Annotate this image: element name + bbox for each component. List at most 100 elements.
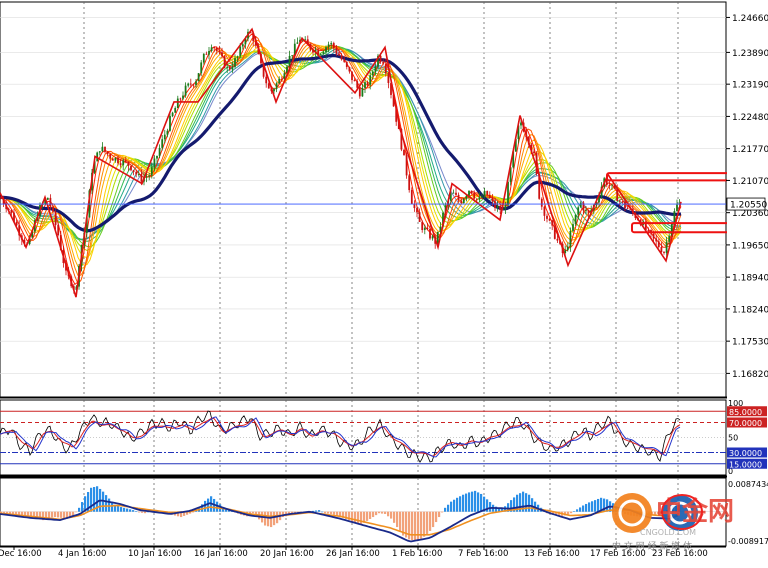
macd-bar bbox=[81, 502, 84, 512]
price-tick-label: 1.19650 bbox=[732, 241, 768, 251]
macd-bar bbox=[456, 497, 459, 512]
macd-bar bbox=[132, 510, 135, 512]
candle-body bbox=[426, 227, 429, 230]
candle-body bbox=[200, 62, 203, 74]
macd-bar bbox=[321, 511, 324, 513]
candle-body bbox=[140, 174, 143, 182]
candle-body bbox=[496, 205, 499, 208]
macd-bar bbox=[471, 491, 474, 512]
candle-body bbox=[429, 229, 431, 239]
macd-bar bbox=[144, 511, 147, 514]
candle-body bbox=[278, 78, 281, 84]
macd-tick-bottom: -0.0089178 bbox=[728, 537, 768, 546]
candle-body bbox=[473, 193, 476, 199]
macd-bar bbox=[570, 511, 573, 514]
candle-body bbox=[46, 197, 49, 200]
macd-bar bbox=[354, 511, 357, 524]
macd-bar bbox=[429, 511, 432, 531]
candle-body bbox=[665, 241, 668, 253]
macd-bar bbox=[90, 487, 93, 512]
candle-body bbox=[504, 205, 507, 209]
candle-body bbox=[101, 146, 104, 152]
candle-body bbox=[457, 194, 460, 201]
candle-body bbox=[543, 206, 546, 216]
candle-body bbox=[423, 227, 426, 230]
macd-bar bbox=[105, 495, 108, 512]
candle-body bbox=[574, 214, 577, 225]
macd-tick-top: 0.0087434 bbox=[728, 480, 768, 489]
candle-body bbox=[187, 83, 190, 86]
macd-bar bbox=[315, 510, 318, 512]
candle-body bbox=[122, 160, 125, 166]
macd-bar bbox=[579, 507, 582, 512]
x-tick-label: 7 Feb 16:00 bbox=[458, 549, 508, 559]
x-tick-label: 26 Jan 16:00 bbox=[326, 549, 380, 559]
macd-bar bbox=[135, 511, 138, 512]
price-tick-label: 1.21070 bbox=[732, 177, 768, 187]
price-tick-label: 1.24660 bbox=[732, 14, 768, 24]
candle-body bbox=[621, 201, 624, 203]
candle-body bbox=[371, 71, 374, 76]
macd-bar bbox=[375, 511, 378, 516]
candle-body bbox=[387, 73, 390, 84]
candle-body bbox=[546, 215, 548, 219]
x-tick-label: 16 Jan 16:00 bbox=[194, 549, 248, 559]
candle-body bbox=[431, 236, 434, 239]
candle-body bbox=[150, 167, 153, 176]
rsi-tick-50: 50 bbox=[728, 434, 738, 443]
candle-body bbox=[280, 78, 283, 80]
candle-body bbox=[226, 66, 229, 68]
logo-subtitle: 中 文 网 经 新 媒 体 bbox=[612, 540, 692, 552]
candle-body bbox=[626, 208, 629, 209]
macd-bar bbox=[480, 493, 483, 512]
candle-body bbox=[478, 197, 481, 200]
macd-bar bbox=[333, 511, 336, 515]
candle-body bbox=[171, 112, 174, 117]
candle-body bbox=[148, 175, 151, 177]
candle-body bbox=[197, 73, 200, 82]
price-tick-label: 1.20360 bbox=[732, 209, 768, 219]
candle-body bbox=[137, 174, 140, 175]
macd-bar bbox=[390, 511, 393, 519]
macd-bar bbox=[48, 511, 51, 518]
candle-body bbox=[652, 233, 655, 239]
candle-body bbox=[356, 81, 359, 88]
candle-body bbox=[668, 236, 671, 242]
macd-bar bbox=[54, 511, 57, 518]
candle-body bbox=[111, 158, 114, 161]
candle-body bbox=[416, 208, 418, 213]
candle-body bbox=[49, 197, 52, 207]
candle-body bbox=[213, 47, 216, 49]
candle-body bbox=[379, 55, 382, 62]
candle-body bbox=[462, 198, 465, 204]
candle-body bbox=[184, 85, 187, 96]
candle-body bbox=[210, 47, 213, 52]
price-tick-label: 1.23890 bbox=[732, 49, 768, 59]
macd-bar bbox=[378, 511, 381, 514]
candle-body bbox=[585, 210, 587, 212]
candle-body bbox=[275, 83, 278, 89]
candle-body bbox=[418, 212, 421, 222]
candle-body bbox=[239, 46, 242, 57]
candle-body bbox=[452, 192, 455, 194]
candle-body bbox=[460, 200, 463, 204]
macd-bar bbox=[399, 511, 402, 532]
candle-body bbox=[174, 108, 177, 113]
x-tick-label: 20 Jan 16:00 bbox=[260, 549, 314, 559]
candle-body bbox=[366, 82, 369, 85]
macd-bar bbox=[423, 511, 426, 537]
candle-body bbox=[124, 160, 127, 162]
candle-body bbox=[169, 116, 171, 131]
candle-body bbox=[208, 51, 210, 55]
chart-background bbox=[0, 0, 768, 564]
candle-body bbox=[403, 149, 405, 156]
candle-body bbox=[109, 154, 112, 159]
macd-bar bbox=[117, 505, 120, 512]
candle-body bbox=[98, 151, 101, 153]
candle-body bbox=[405, 155, 408, 176]
macd-bar bbox=[588, 502, 591, 512]
macd-bar bbox=[462, 494, 465, 512]
macd-bar bbox=[396, 511, 399, 528]
macd-bar bbox=[594, 500, 597, 512]
candle-body bbox=[343, 59, 346, 62]
